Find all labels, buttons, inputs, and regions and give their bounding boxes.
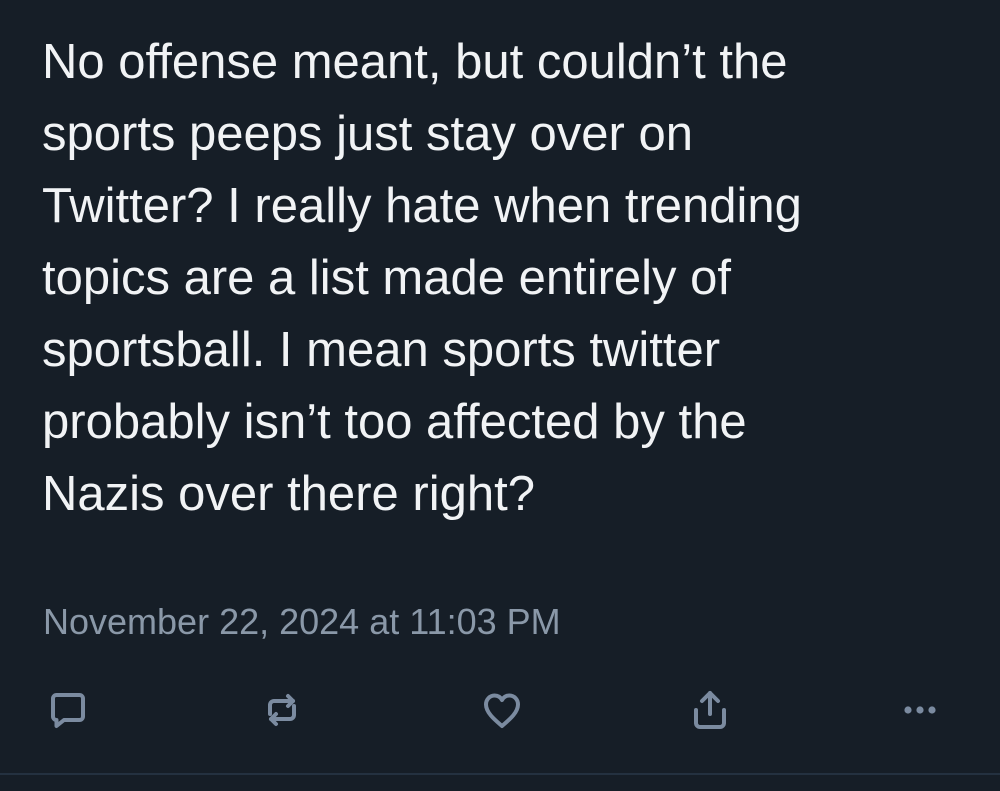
reply-icon — [51, 693, 85, 728]
post-detail: No offense meant, but couldn’t the sport… — [0, 0, 1000, 791]
more-options-icon — [904, 706, 936, 714]
repost-icon — [268, 694, 296, 726]
post-text-line: topics are a list made entirely of — [42, 251, 732, 305]
post-text-line: probably isn’t too affected by the — [42, 395, 747, 449]
post-text-line: sportsball. I mean sports twitter — [42, 323, 721, 377]
post-text-line: No offense meant, but couldn’t the — [42, 35, 788, 89]
like-button[interactable] — [472, 680, 532, 740]
post-timestamp: November 22, 2024 at 11:03 PM — [43, 601, 561, 642]
post-text-line: sports peeps just stay over on — [42, 107, 693, 161]
post-text-line: Nazis over there right? — [42, 467, 535, 521]
post-text-line: Twitter? I really hate when trending — [42, 179, 802, 233]
bottom-divider — [0, 773, 1000, 775]
share-icon — [694, 691, 726, 729]
share-button[interactable] — [680, 680, 740, 740]
post-text: No offense meant, but couldn’t the sport… — [42, 26, 972, 530]
more-options-button[interactable] — [890, 680, 950, 740]
repost-button[interactable] — [252, 680, 312, 740]
heart-icon — [484, 693, 520, 728]
reply-button[interactable] — [38, 680, 98, 740]
post-action-bar — [0, 680, 1000, 740]
